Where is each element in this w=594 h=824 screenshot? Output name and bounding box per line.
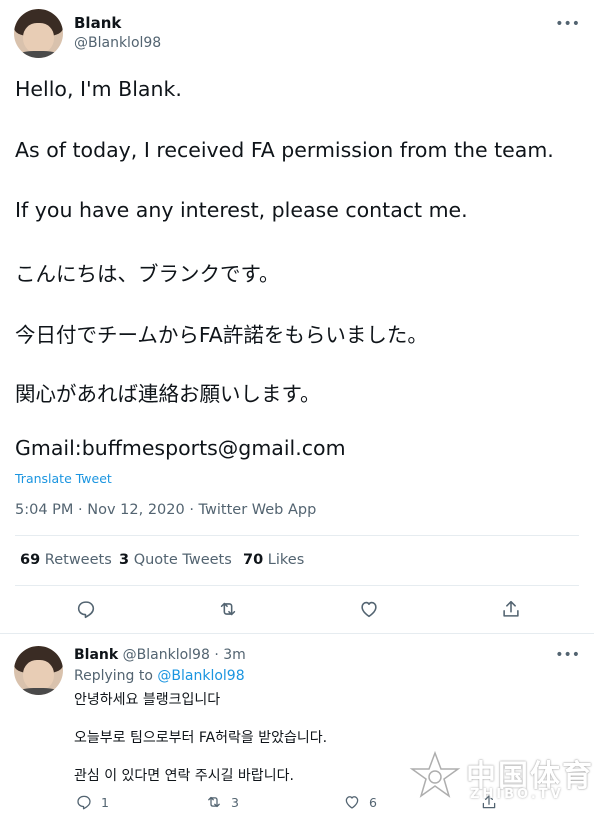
reply-author-name[interactable]: Blank [74,647,118,663]
retweet-count: 3 [231,794,239,810]
likes-stat[interactable]: 70 Likes [243,552,304,568]
like-count: 6 [369,794,377,810]
reply-text-line: 오늘부로 팀으로부터 FA허락을 받았습니다. [74,730,328,746]
retweets-stat[interactable]: 69 Retweets [20,552,112,568]
retweets-label: Retweets [44,552,112,568]
replying-to: Replying to @Blanklol98 [74,668,245,684]
avatar-shirt [16,688,61,695]
retweet-icon[interactable] [217,598,239,620]
reply-count: 1 [101,794,109,810]
tweet-text-line: 今日付でチームからFA許諾をもらいました。 [15,323,428,347]
reply-reply-button[interactable]: 1 [75,793,109,813]
reply-retweet-button[interactable]: 3 [205,793,239,813]
likes-count: 70 [243,552,264,568]
avatar-face [22,22,55,55]
author-handle[interactable]: @Blanklol98 [74,35,161,51]
avatar[interactable] [14,9,63,58]
more-options-icon[interactable]: ••• [555,647,580,663]
divider [15,535,579,536]
watermark: 中国体育 ZHIBO.TV [408,747,592,807]
share-icon[interactable] [500,598,522,620]
author-name[interactable]: Blank [74,14,121,32]
divider [15,585,579,586]
tweet-timestamp[interactable]: 5:04 PM · Nov 12, 2020 · Twitter Web App [15,502,316,518]
reply-text-line: 관심 이 있다면 연락 주시길 바랍니다. [74,768,294,784]
replying-mention-link[interactable]: @Blanklol98 [157,668,244,684]
retweet-icon [208,796,220,808]
reply-like-button[interactable]: 6 [343,793,377,813]
reply-icon[interactable] [75,598,97,620]
like-icon[interactable] [358,598,380,620]
tweet-email-line[interactable]: Gmail:buffmesports@gmail.com [15,436,346,460]
watermark-star-icon [409,750,461,798]
reply-handle-time[interactable]: @Blanklol98 · 3m [123,647,246,663]
more-options-icon[interactable]: ••• [555,16,580,32]
avatar[interactable] [14,646,63,695]
tweet-text-line: As of today, I received FA permission fr… [15,138,554,162]
tweet-text-line: If you have any interest, please contact… [15,198,468,222]
quotes-count: 3 [119,552,130,568]
reply-header: Blank @Blanklol98 · 3m [74,647,246,663]
likes-label: Likes [267,552,305,568]
reply-icon [77,795,91,810]
quotes-label: Quote Tweets [133,552,232,568]
tweet-text-line: こんにちは、ブランクです。 [15,262,280,286]
quotes-stat[interactable]: 3 Quote Tweets [119,552,232,568]
avatar-face [22,659,55,692]
replying-prefix: Replying to [74,668,153,684]
retweets-count: 69 [20,552,41,568]
like-icon [345,796,359,809]
avatar-shirt [16,51,61,58]
tweet-text-line: Hello, I'm Blank. [15,77,182,101]
main-tweet: Blank @Blanklol98 ••• Hello, I'm Blank. … [0,0,594,634]
reply-text-line: 안녕하세요 블랭크입니다 [74,692,221,708]
watermark-subtext: ZHIBO.TV [470,787,564,802]
tweet-text-line: 関心があれば連絡お願いします。 [15,382,321,406]
translate-tweet-link[interactable]: Translate Tweet [15,471,112,486]
